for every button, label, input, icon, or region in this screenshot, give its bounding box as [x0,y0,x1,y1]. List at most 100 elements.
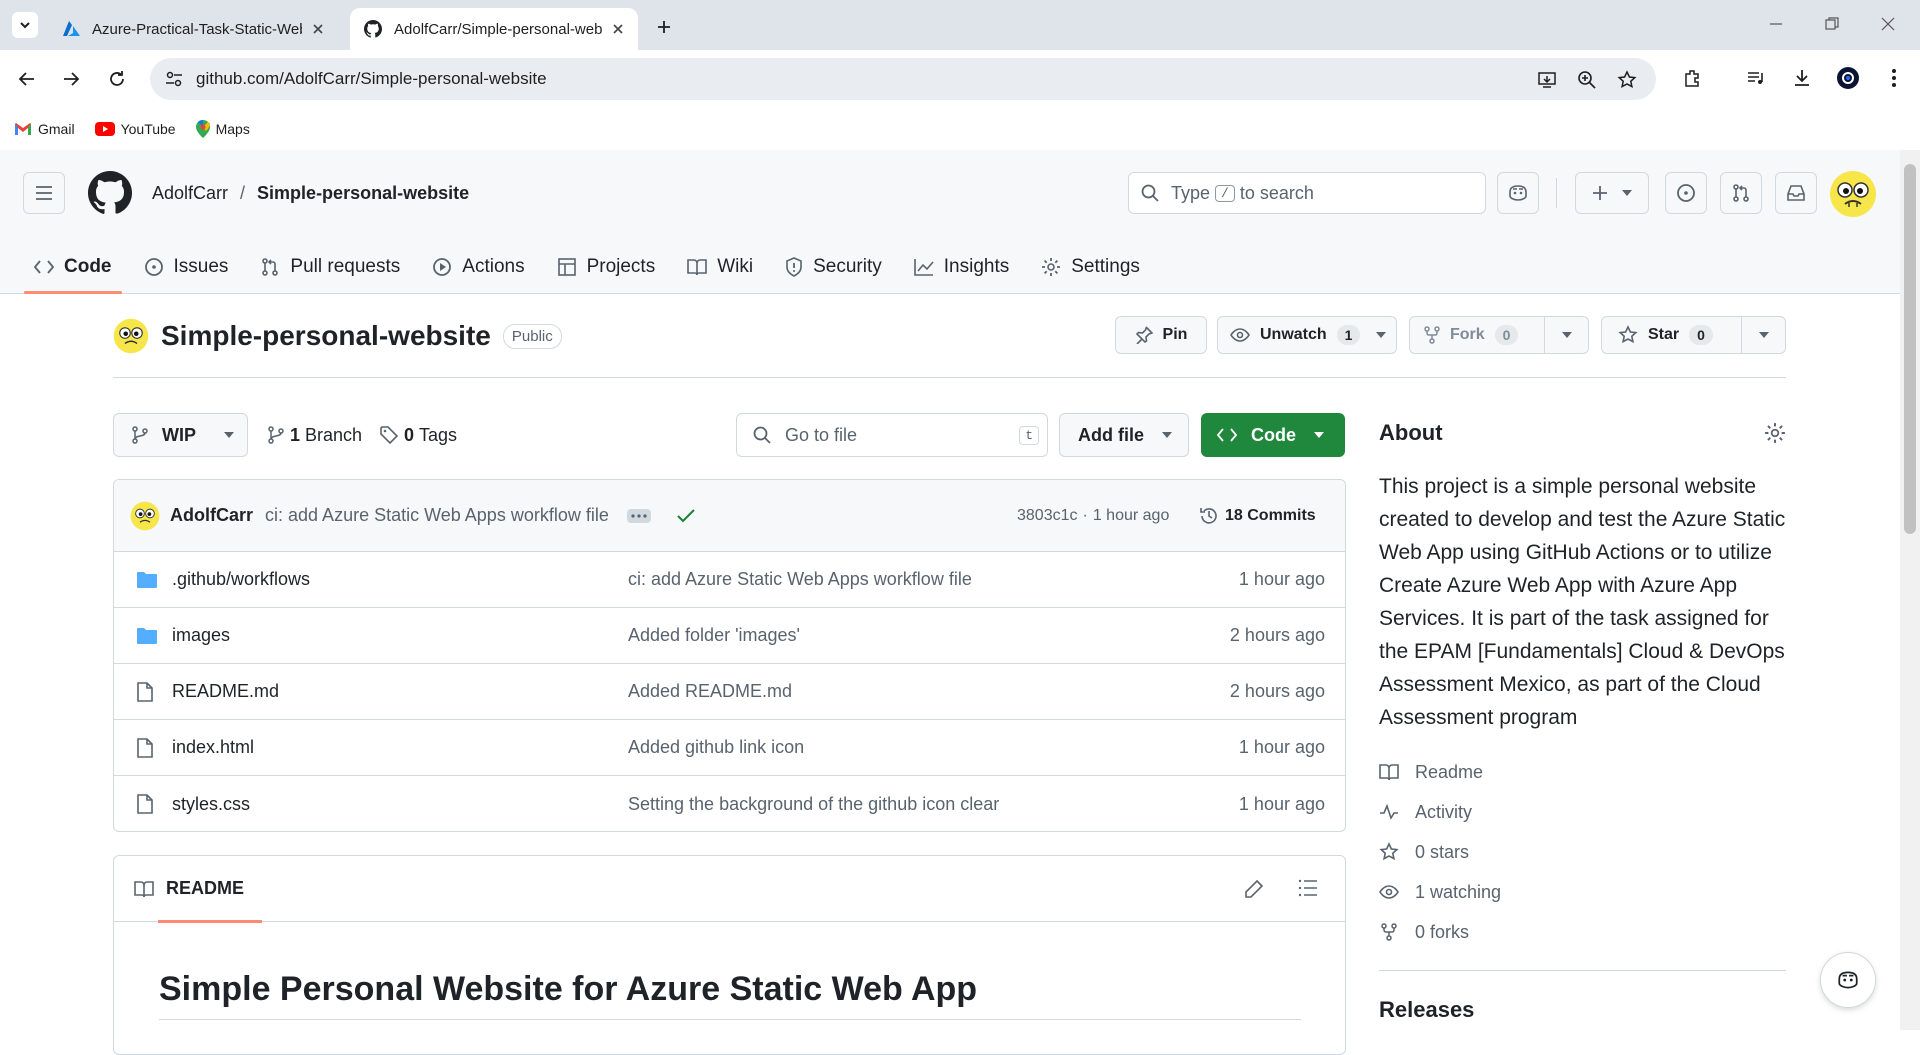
branch-selector[interactable]: WIP [113,413,248,457]
install-app-icon[interactable] [1536,69,1558,91]
commit-expand-button[interactable] [626,508,651,523]
scrollbar-thumb[interactable] [1904,164,1916,534]
bookmark-youtube[interactable]: YouTube [94,121,176,137]
downloads-icon[interactable] [1790,66,1814,90]
tab-projects[interactable]: Projects [547,245,666,289]
star-dropdown[interactable] [1741,317,1785,353]
create-new-button[interactable] [1575,172,1649,214]
star-button[interactable]: Star 0 [1601,316,1786,354]
table-row[interactable]: styles.css Setting the background of the … [114,776,1345,831]
tab-wiki[interactable]: Wiki [677,245,763,289]
code-button[interactable]: Code [1201,413,1345,457]
zoom-icon[interactable] [1576,69,1598,91]
issues-button[interactable] [1665,172,1707,214]
minimize-icon[interactable] [1766,14,1786,34]
pencil-icon[interactable] [1244,879,1264,899]
tab-search-icon[interactable] [12,12,38,38]
table-row[interactable]: README.md Added README.md 2 hours ago [114,664,1345,720]
profile-avatar-icon[interactable] [1836,66,1860,90]
file-name[interactable]: index.html [172,737,254,758]
check-icon[interactable] [677,508,695,523]
tab-actions[interactable]: Actions [422,245,534,289]
tab-issues[interactable]: Issues [134,245,239,289]
site-info-icon[interactable] [164,69,184,89]
outline-list-icon[interactable] [1298,879,1318,897]
close-tab-icon[interactable] [312,23,324,35]
user-avatar[interactable] [1829,170,1877,218]
omnibox[interactable]: github.com/AdolfCarr/Simple-personal-web… [150,58,1656,100]
file-commit-message[interactable]: Added README.md [628,681,792,702]
table-row[interactable]: images Added folder 'images' 2 hours ago [114,608,1345,664]
tab-settings[interactable]: Settings [1031,245,1150,289]
unwatch-button[interactable]: Unwatch 1 [1217,316,1397,354]
about-activity-link[interactable]: Activity [1379,792,1786,832]
file-commit-message[interactable]: Setting the background of the github ico… [628,794,999,815]
file-commit-message[interactable]: ci: add Azure Static Web Apps workflow f… [628,569,972,590]
about-stars-link[interactable]: 0 stars [1379,832,1786,872]
issue-opened-icon [1677,184,1695,202]
about-item-label: Activity [1415,801,1473,822]
gear-icon[interactable] [1764,422,1786,444]
commit-author[interactable]: AdolfCarr [170,505,253,526]
extensions-icon[interactable] [1680,66,1704,90]
star-main[interactable]: Star 0 [1602,317,1741,353]
bookmark-star-icon[interactable] [1616,69,1638,91]
new-tab-icon[interactable] [650,13,678,41]
repo-forked-icon [1424,326,1440,344]
table-row[interactable]: index.html Added github link icon 1 hour a… [114,720,1345,776]
readme-tab[interactable]: README [134,856,263,923]
pull-requests-button[interactable] [1720,172,1762,214]
file-name[interactable]: images [172,625,230,646]
file-name[interactable]: README.md [172,681,279,702]
global-nav-menu-button[interactable] [23,172,65,214]
back-icon[interactable] [14,66,40,92]
releases-heading[interactable]: Releases [1379,997,1474,1023]
breadcrumb-owner[interactable]: AdolfCarr [152,183,228,204]
owner-avatar[interactable] [113,318,149,354]
forward-icon[interactable] [58,66,84,92]
bookmark-maps[interactable]: Maps [195,120,250,138]
tab-pull-requests[interactable]: Pull requests [250,245,410,289]
media-controls-icon[interactable] [1744,66,1768,90]
commit-message[interactable]: ci: add Azure Static Web Apps workflow f… [265,505,609,526]
fork-button[interactable]: Fork 0 [1409,316,1589,354]
copilot-chat-button[interactable] [1820,952,1876,1008]
tab-security[interactable]: Security [775,245,892,289]
browser-tab-github[interactable]: AdolfCarr/Simple-personal-web [350,8,638,50]
commit-author-avatar[interactable] [130,501,160,531]
pin-button[interactable]: Pin [1115,316,1207,354]
about-watching-link[interactable]: 1 watching [1379,872,1786,912]
tab-insights[interactable]: Insights [904,245,1019,289]
table-row[interactable]: .github/workflows ci: add Azure Static We… [114,552,1345,608]
commits-history-link[interactable]: 18 Commits [1199,506,1316,526]
go-to-file-input[interactable]: Go to file t [736,413,1048,457]
commit-sha[interactable]: 3803c1c [1017,507,1078,525]
search-input[interactable]: Type / to search [1128,172,1486,214]
add-file-button[interactable]: Add file [1059,413,1189,457]
fork-main[interactable]: Fork 0 [1410,317,1544,353]
restore-icon[interactable] [1822,14,1842,34]
inbox-button[interactable] [1775,172,1817,214]
repo-name[interactable]: Simple-personal-website [161,320,491,352]
close-tab-icon[interactable] [612,23,624,35]
browser-menu-icon[interactable] [1882,66,1906,90]
file-name[interactable]: styles.css [172,794,250,815]
close-window-icon[interactable] [1878,14,1898,34]
reload-icon[interactable] [104,66,130,92]
github-header: AdolfCarr / Simple-personal-website Type… [0,150,1900,294]
github-logo-icon[interactable] [88,171,132,215]
url-text[interactable]: github.com/AdolfCarr/Simple-personal-web… [196,69,547,89]
about-readme-link[interactable]: Readme [1379,752,1786,792]
browser-tab-azure[interactable]: Azure-Practical-Task-Static-Web [48,8,338,50]
fork-dropdown[interactable] [1544,317,1588,353]
file-commit-message[interactable]: Added github link icon [628,737,804,758]
tags-link[interactable]: 0 Tags [380,413,457,457]
bookmark-gmail[interactable]: Gmail [14,121,75,137]
tab-code[interactable]: Code [24,245,122,294]
breadcrumb-repo[interactable]: Simple-personal-website [257,183,469,204]
file-name[interactable]: .github/workflows [172,569,310,590]
file-commit-message[interactable]: Added folder 'images' [628,625,800,646]
branches-link[interactable]: 1 Branch [268,413,362,457]
copilot-button[interactable] [1497,172,1539,214]
about-forks-link[interactable]: 0 forks [1379,912,1786,952]
